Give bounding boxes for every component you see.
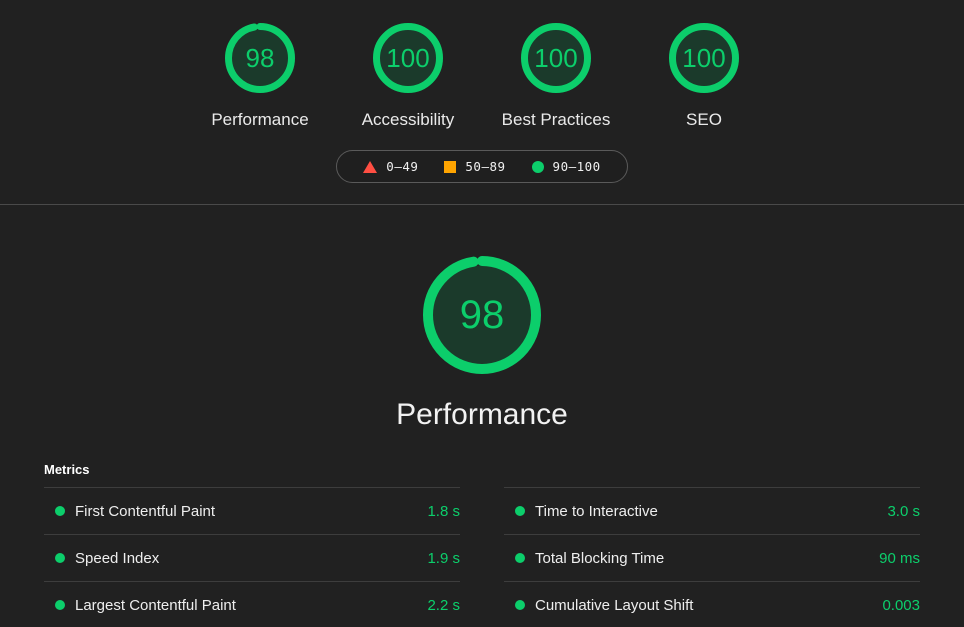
metric-row[interactable]: Speed Index 1.9 s: [44, 534, 460, 581]
metrics-column-left: First Contentful Paint 1.8 s Speed Index 1.…: [44, 487, 460, 627]
metric-score-pass-icon: [55, 506, 65, 517]
performance-gauge-label: Performance: [396, 398, 568, 432]
gauge-arc-icon: 100: [660, 14, 748, 102]
metrics-heading: Metrics: [44, 462, 90, 478]
score-gauges: 98 Performance 100 Accessibility 100 Best Pra…: [0, 14, 964, 130]
metric-row[interactable]: Largest Contentful Paint 2.2 s: [44, 581, 460, 627]
metrics-column-right: Time to Interactive 3.0 s Total Blocking T…: [504, 487, 920, 627]
legend-item-square: 50–89: [444, 159, 505, 174]
gauge-arc-icon: 98: [216, 14, 304, 102]
metric-score-pass-icon: [515, 553, 525, 564]
metric-title: First Contentful Paint: [75, 502, 216, 520]
gauge-score: 100: [386, 42, 430, 73]
gauge-score: 100: [534, 42, 578, 73]
legend-label: 90–100: [552, 159, 601, 175]
summary-section: 98 Performance 100 Accessibility 100 Best Pra…: [0, 0, 964, 206]
legend-label: 50–89: [465, 159, 506, 175]
performance-gauge: 98: [416, 249, 548, 381]
metric-title: Total Blocking Time: [535, 549, 665, 567]
metric-score-pass-icon: [55, 553, 65, 564]
legend-label: 0–49: [386, 159, 419, 175]
circle-icon: [531, 160, 544, 173]
legend-item-triangle: 0–49: [363, 159, 418, 174]
metric-value: 2.2 s: [427, 596, 460, 614]
metric-title: Time to Interactive: [535, 502, 658, 520]
metric-row[interactable]: First Contentful Paint 1.8 s: [44, 487, 460, 534]
legend-item-circle: 90–100: [531, 159, 601, 175]
gauge-label: Accessibility: [361, 110, 455, 129]
metric-value: 90 ms: [879, 549, 920, 567]
category-performance: 98 Performance: [0, 205, 964, 432]
performance-gauge-score: 98: [459, 292, 505, 337]
square-icon: [444, 160, 457, 173]
metric-value: 3.0 s: [887, 502, 920, 520]
summary-gauge-accessibility[interactable]: 100 Accessibility: [334, 14, 482, 130]
metric-score-pass-icon: [515, 506, 525, 517]
gauge-score: 100: [682, 42, 726, 73]
metric-value: 1.9 s: [427, 549, 460, 567]
gauge-arc-icon: 100: [364, 14, 452, 102]
metrics-section: Metrics First Contentful Paint 1.8 s Speed…: [0, 462, 964, 627]
metric-row[interactable]: Time to Interactive 3.0 s: [504, 487, 920, 534]
gauge-score: 98: [245, 42, 275, 73]
gauge-label: Best Practices: [501, 110, 611, 129]
score-legend-row: 0–49 50–89 90–100: [0, 150, 964, 184]
metric-title: Speed Index: [75, 549, 160, 567]
score-legend: 0–49 50–89 90–100: [336, 150, 628, 184]
category-gauge-holder: 98 Performance: [0, 249, 964, 432]
metric-title: Cumulative Layout Shift: [535, 596, 694, 614]
metric-row[interactable]: Total Blocking Time 90 ms: [504, 534, 920, 581]
gauge-arc-icon: 100: [512, 14, 600, 102]
summary-gauge-performance[interactable]: 98 Performance: [186, 14, 334, 130]
gauge-label: Performance: [211, 110, 309, 129]
metrics-grid: First Contentful Paint 1.8 s Speed Index 1.…: [44, 487, 920, 627]
metric-score-pass-icon: [55, 600, 65, 611]
summary-gauge-seo[interactable]: 100 SEO: [630, 14, 778, 130]
metric-row[interactable]: Cumulative Layout Shift 0.003: [504, 581, 920, 627]
gauge-label: SEO: [686, 110, 722, 129]
metric-value: 0.003: [882, 596, 920, 614]
metric-value: 1.8 s: [427, 502, 460, 520]
triangle-icon: [363, 160, 378, 173]
metric-title: Largest Contentful Paint: [75, 596, 236, 614]
metric-score-pass-icon: [515, 600, 525, 611]
summary-gauge-best-practices[interactable]: 100 Best Practices: [482, 14, 630, 130]
